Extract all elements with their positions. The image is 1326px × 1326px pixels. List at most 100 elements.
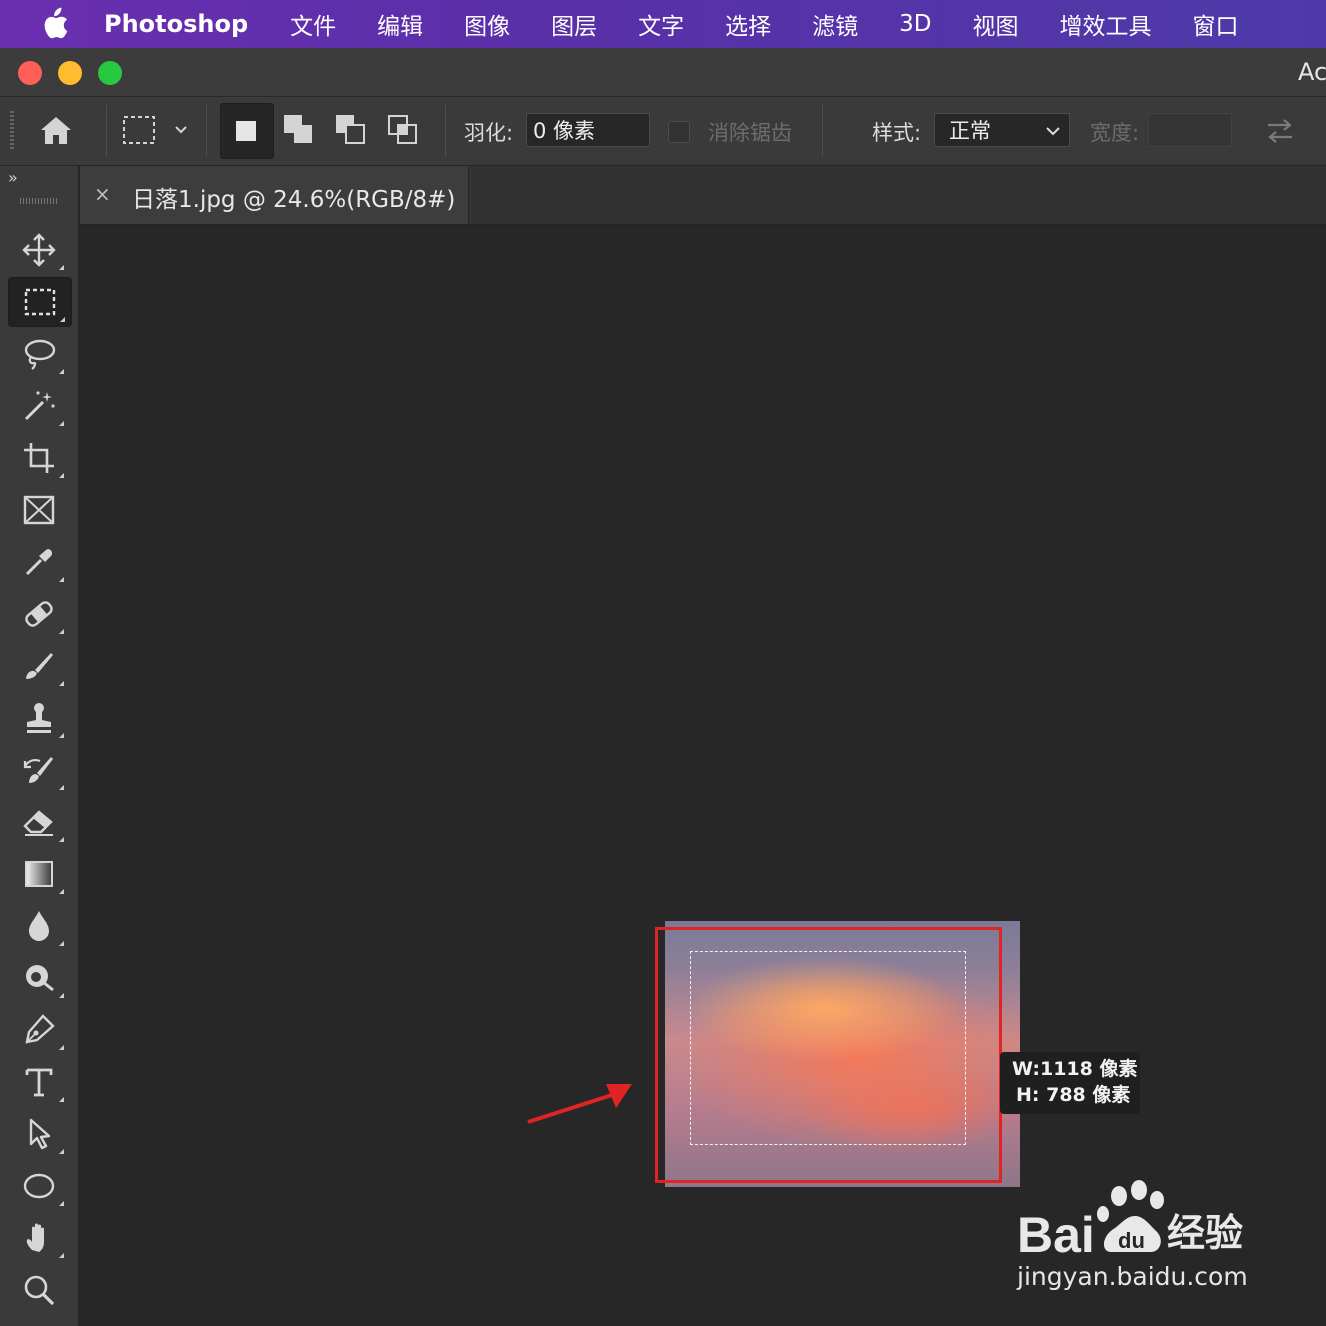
menu-file[interactable]: 文件	[290, 7, 336, 41]
window-title: Ac	[1298, 58, 1326, 86]
eraser-icon	[23, 810, 53, 836]
red-arrow-icon	[520, 1075, 640, 1139]
frame-icon	[23, 495, 55, 525]
minimize-window-button[interactable]	[58, 61, 82, 85]
bandage-icon	[25, 601, 53, 627]
separator	[106, 105, 107, 157]
menu-plugins[interactable]: 增效工具	[1060, 7, 1152, 41]
swap-width-height-icon[interactable]	[1262, 115, 1298, 151]
document-tab-title: 日落1.jpg @ 24.6%(RGB/8#)	[132, 187, 456, 213]
separator	[206, 105, 207, 157]
style-select-value: 正常	[949, 119, 991, 143]
lasso-tool[interactable]	[8, 330, 70, 378]
apple-icon[interactable]	[34, 4, 74, 44]
eyedropper-icon	[25, 549, 53, 576]
selection-height-readout: H: 788 像素	[1016, 1084, 1131, 1106]
menu-edit[interactable]: 编辑	[377, 7, 423, 41]
hand-tool[interactable]	[8, 1214, 70, 1262]
dodge-icon	[26, 965, 54, 992]
width-input[interactable]	[1148, 113, 1232, 147]
selection-size-tooltip: W:1118 像素 H: 788 像素	[1000, 1052, 1140, 1114]
close-tab-icon[interactable]: ×	[94, 182, 111, 206]
watermark-suffix: 经验	[1167, 1211, 1243, 1255]
close-window-button[interactable]	[18, 61, 42, 85]
chevron-down-icon	[1046, 127, 1060, 136]
new-selection-button[interactable]	[220, 103, 274, 159]
subtract-from-selection-button[interactable]	[332, 111, 370, 153]
antialias-checkbox[interactable]	[668, 121, 690, 143]
menu-type[interactable]: 文字	[638, 7, 684, 41]
options-bar: 羽化: 0 像素 消除锯齿 样式: 正常 宽度:	[0, 97, 1326, 166]
menu-select[interactable]: 选择	[725, 7, 771, 41]
rectangular-marquee-icon	[24, 288, 56, 316]
move-icon	[22, 233, 56, 267]
history-brush-icon	[23, 757, 53, 783]
intersect-selection-button[interactable]	[384, 111, 422, 153]
document-tab-bar: × 日落1.jpg @ 24.6%(RGB/8#)	[80, 166, 1326, 225]
brush-tool[interactable]	[8, 642, 70, 690]
eraser-tool[interactable]	[8, 798, 70, 846]
zoom-tool[interactable]	[8, 1266, 70, 1314]
magic-wand-tool[interactable]	[8, 382, 70, 430]
pen-tool[interactable]	[8, 1006, 70, 1054]
tools-panel: »	[0, 166, 79, 1326]
red-highlight-box	[655, 927, 1002, 1183]
style-select[interactable]: 正常	[934, 113, 1070, 147]
menu-view[interactable]: 视图	[973, 7, 1019, 41]
separator	[445, 105, 446, 157]
hand-icon	[26, 1223, 44, 1252]
dodge-tool[interactable]	[8, 954, 70, 1002]
magic-wand-icon	[24, 391, 55, 421]
lasso-icon	[24, 339, 56, 370]
menu-layer[interactable]: 图层	[551, 7, 597, 41]
svg-text:du: du	[1118, 1228, 1145, 1253]
watermark-brand: Bai	[1017, 1207, 1095, 1262]
clone-stamp-tool[interactable]	[8, 694, 70, 742]
arrow-cursor-icon	[29, 1118, 51, 1150]
separator	[822, 105, 823, 157]
crop-icon	[24, 443, 54, 473]
history-brush-tool[interactable]	[8, 746, 70, 794]
pen-icon	[25, 1014, 55, 1044]
menu-window[interactable]: 窗口	[1193, 7, 1239, 41]
menu-3d[interactable]: 3D	[899, 11, 931, 37]
rectangular-marquee-tool[interactable]	[8, 277, 72, 327]
tools-panel-grip[interactable]	[20, 198, 58, 204]
crop-tool[interactable]	[8, 434, 70, 482]
blur-tool[interactable]	[8, 902, 70, 950]
menu-image[interactable]: 图像	[464, 7, 510, 41]
zoom-window-button[interactable]	[98, 61, 122, 85]
gradient-icon	[25, 861, 53, 887]
baidu-watermark: Bai du 经验	[1015, 1180, 1260, 1266]
menu-app-name[interactable]: Photoshop	[104, 10, 248, 38]
water-drop-icon	[29, 911, 49, 941]
tool-preset-picker[interactable]	[120, 113, 194, 153]
options-bar-grip[interactable]	[10, 111, 14, 151]
selection-width-readout: W:1118 像素	[1012, 1058, 1138, 1080]
gradient-tool[interactable]	[8, 850, 70, 898]
brush-icon	[26, 653, 53, 679]
menu-bar: Photoshop 文件 编辑 图像 图层 文字 选择 滤镜 3D 视图 增效工…	[0, 0, 1326, 48]
healing-brush-tool[interactable]	[8, 590, 70, 638]
document-tab[interactable]: × 日落1.jpg @ 24.6%(RGB/8#)	[80, 166, 469, 224]
style-label: 样式:	[872, 121, 922, 145]
home-icon[interactable]	[36, 111, 76, 155]
feather-label: 羽化:	[464, 121, 514, 145]
eyedropper-tool[interactable]	[8, 538, 70, 586]
move-tool[interactable]	[8, 226, 70, 274]
type-tool[interactable]	[8, 1058, 70, 1106]
add-to-selection-button[interactable]	[280, 111, 318, 153]
ellipse-icon	[23, 1173, 55, 1199]
type-icon	[25, 1068, 53, 1097]
feather-input[interactable]: 0 像素	[526, 113, 650, 147]
menu-filter[interactable]: 滤镜	[812, 7, 858, 41]
magnifier-icon	[24, 1275, 55, 1306]
width-label: 宽度:	[1090, 121, 1140, 145]
stamp-icon	[27, 703, 51, 733]
collapse-panel-icon[interactable]: »	[8, 168, 18, 187]
ellipse-tool[interactable]	[8, 1162, 70, 1210]
watermark-url: jingyan.baidu.com	[1017, 1262, 1248, 1291]
path-selection-tool[interactable]	[8, 1110, 70, 1158]
frame-tool[interactable]	[8, 486, 70, 534]
antialias-label: 消除锯齿	[708, 121, 792, 145]
